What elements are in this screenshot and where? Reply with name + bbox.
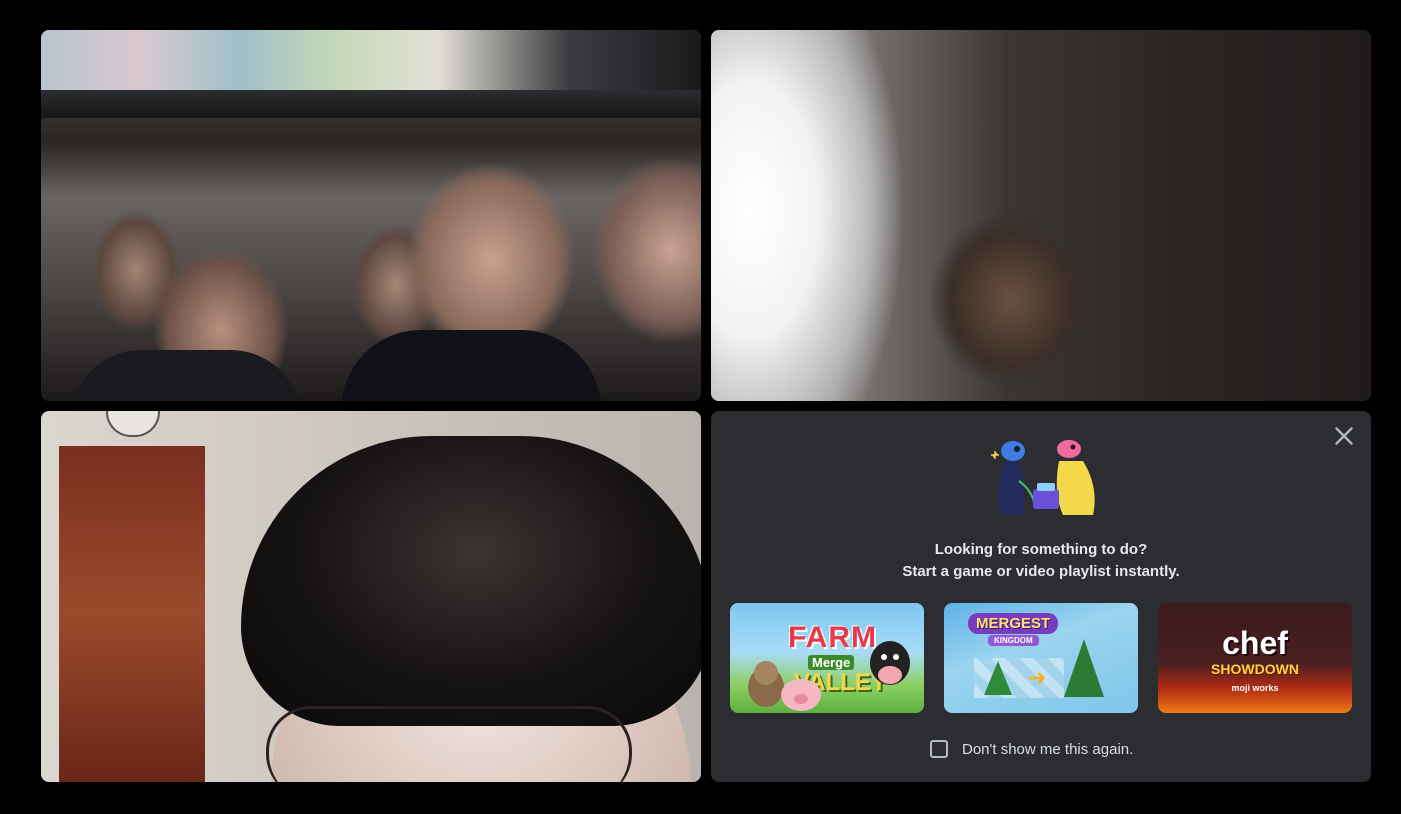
activity-card-subtitle: Merge: [808, 655, 855, 670]
video-tile-window[interactable]: [711, 30, 1371, 401]
dont-show-again-checkbox[interactable]: [930, 740, 948, 758]
video-feed-detail: [41, 90, 701, 118]
video-feed-detail: [241, 436, 701, 726]
video-feed-detail: [266, 706, 632, 782]
activity-card-title: chef: [1222, 625, 1288, 661]
activity-card-farm-merge-valley[interactable]: FARM Merge VALLEY: [730, 603, 924, 713]
video-feed-detail: [341, 330, 601, 401]
dont-show-again-option[interactable]: Don't show me this again.: [930, 737, 1133, 761]
arrow-right-icon: ➜: [1028, 665, 1047, 690]
close-icon: [1335, 427, 1353, 445]
activity-card-title: MERGEST: [968, 613, 1059, 634]
activity-card-subtitle: KINGDOM: [988, 635, 1039, 646]
video-feed-detail: [59, 446, 205, 782]
video-feed: [711, 30, 1371, 401]
dont-show-again-label: Don't show me this again.: [962, 740, 1134, 758]
pig-icon: [781, 679, 821, 711]
activity-card-mergest-kingdom[interactable]: MERGEST KINGDOM ➜: [944, 603, 1138, 713]
cow-icon: [870, 641, 910, 685]
activity-card-subtitle: SHOWDOWN: [1211, 661, 1299, 677]
activity-characters-illustration: [991, 440, 1095, 515]
video-feed-detail: [41, 30, 701, 90]
activity-prompt-panel: Looking for something to do? Start a gam…: [711, 411, 1371, 782]
video-tile-closeup[interactable]: [41, 411, 701, 782]
close-button[interactable]: [1331, 423, 1357, 449]
prompt-headline: Looking for something to do?: [934, 541, 1148, 558]
prompt-message: Looking for something to do? Start a gam…: [711, 539, 1371, 583]
tree-icon: [1064, 639, 1104, 697]
prompt-subline: Start a game or video playlist instantly…: [902, 563, 1180, 580]
activity-cards: FARM Merge VALLEY MERGEST KINGDOM ➜ chef…: [730, 603, 1352, 713]
activity-card-chef-showdown[interactable]: chef SHOWDOWN moji works: [1158, 603, 1352, 713]
tree-icon: [984, 661, 1012, 695]
activity-card-brand: moji works: [1231, 683, 1279, 693]
video-tile-group[interactable]: [41, 30, 701, 401]
